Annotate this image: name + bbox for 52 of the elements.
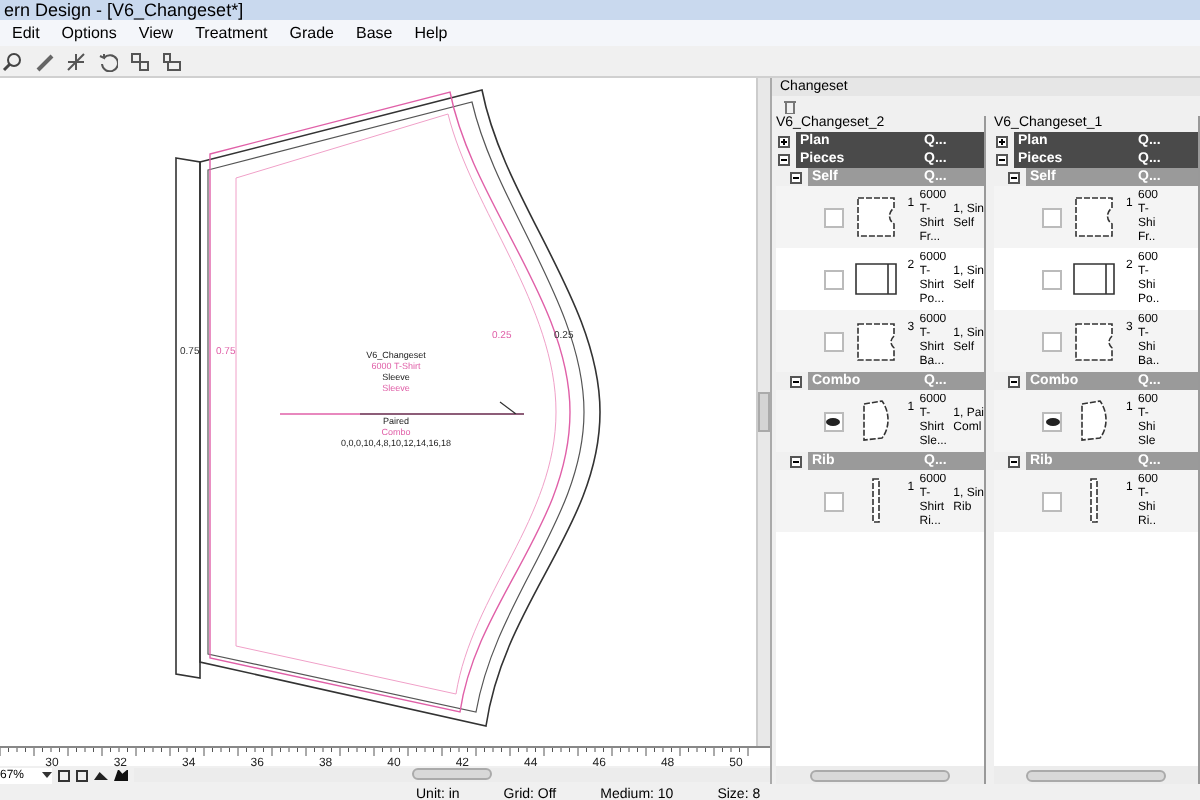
- window-title: ern Design - [V6_Changeset*]: [0, 0, 1200, 20]
- piece-thumbnail-icon: [855, 321, 896, 361]
- collapse-icon[interactable]: [1008, 375, 1020, 387]
- trash-icon[interactable]: [784, 99, 796, 113]
- visibility-checkbox[interactable]: [824, 331, 844, 351]
- zoom-icon[interactable]: [2, 51, 22, 71]
- vertical-scrollbar[interactable]: [756, 78, 770, 746]
- horizontal-scrollbar[interactable]: [776, 766, 984, 784]
- piece-thumbnail-icon: [861, 400, 890, 442]
- cut-icon[interactable]: [66, 51, 86, 71]
- piece-thumbnail-icon: [853, 262, 898, 296]
- fit-icon[interactable]: [58, 769, 70, 781]
- collapse-icon[interactable]: [996, 153, 1008, 165]
- piece-thumbnail-icon: [1080, 400, 1108, 442]
- menu-item[interactable]: Help: [414, 21, 448, 45]
- visibility-checkbox[interactable]: [824, 491, 844, 511]
- ruler-icon[interactable]: [34, 51, 54, 71]
- visibility-checkbox[interactable]: [1042, 269, 1062, 289]
- rib-piece-icon: [1090, 478, 1098, 524]
- collapse-icon[interactable]: [790, 455, 802, 467]
- piece-thumbnail-icon: [1072, 262, 1116, 296]
- visibility-eye-toggle[interactable]: [824, 411, 844, 431]
- caret-icon: [42, 772, 52, 778]
- menu-item[interactable]: Edit: [12, 21, 40, 45]
- visibility-checkbox[interactable]: [1042, 491, 1062, 511]
- piece-thumbnail-icon: [1074, 321, 1114, 361]
- collapse-icon[interactable]: [1008, 171, 1020, 183]
- rotate-icon[interactable]: [98, 51, 118, 71]
- menu-item[interactable]: Base: [355, 21, 393, 45]
- visibility-checkbox[interactable]: [1042, 207, 1062, 227]
- piece-swap-icon[interactable]: [130, 51, 150, 71]
- menu-item[interactable]: Treatment: [195, 21, 268, 45]
- piece-swap-icon[interactable]: [162, 51, 182, 71]
- visibility-checkbox[interactable]: [824, 207, 844, 227]
- collapse-icon[interactable]: [790, 375, 802, 387]
- collapse-icon[interactable]: [1008, 455, 1020, 467]
- expand-icon[interactable]: [996, 135, 1008, 147]
- horizontal-scrollbar[interactable]: [134, 768, 770, 782]
- menu-item[interactable]: View: [138, 21, 174, 45]
- menu-item[interactable]: Grade: [289, 21, 334, 45]
- collapse-icon[interactable]: [790, 171, 802, 183]
- collapse-icon[interactable]: [778, 153, 790, 165]
- expand-icon[interactable]: [76, 769, 88, 781]
- visibility-eye-toggle[interactable]: [1042, 411, 1062, 431]
- menu-item[interactable]: Options: [61, 21, 117, 45]
- rib-piece-icon: [871, 478, 880, 524]
- piece-thumbnail-icon: [855, 196, 896, 238]
- visibility-checkbox[interactable]: [824, 269, 844, 289]
- expand-icon[interactable]: [778, 135, 790, 147]
- visibility-checkbox[interactable]: [1042, 331, 1062, 351]
- piece-thumbnail-icon: [1074, 196, 1114, 238]
- horizontal-scrollbar[interactable]: [994, 766, 1198, 784]
